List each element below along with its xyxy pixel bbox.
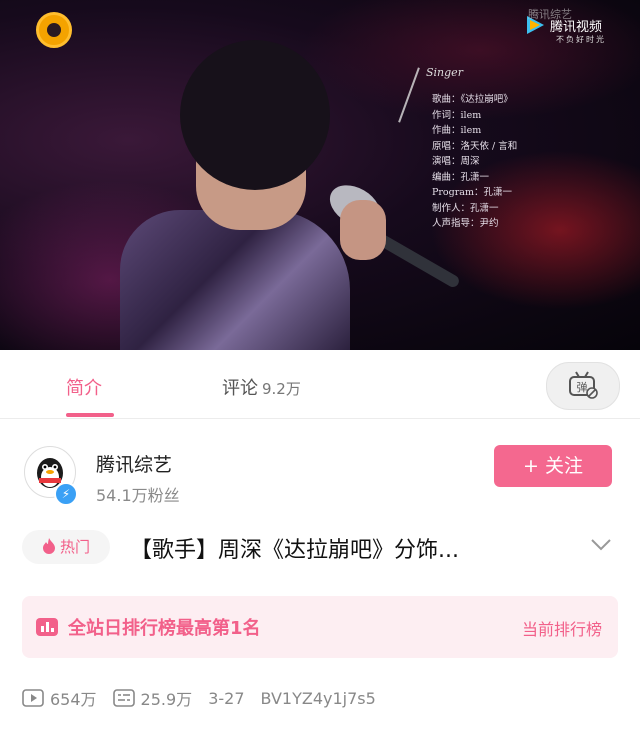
- publish-date: 3-27: [208, 688, 245, 708]
- uploader-name[interactable]: 腾讯综艺: [96, 450, 172, 477]
- video-stats: 654万 25.9万 3-27 BV1YZ4y1j7s5: [22, 686, 392, 710]
- singer-hand: [340, 200, 386, 260]
- bvid: BV1YZ4y1j7s5: [260, 688, 376, 708]
- play-count-value: 654万: [50, 690, 97, 709]
- danmaku-toggle-button[interactable]: 弹: [546, 362, 620, 410]
- danmaku-count-value: 25.9万: [140, 690, 193, 709]
- chevron-down-icon[interactable]: [590, 537, 612, 553]
- play-icon: [22, 689, 44, 707]
- play-count: 654万: [22, 686, 97, 710]
- hot-badge: 热门: [22, 530, 110, 564]
- danmaku-icon: [112, 689, 135, 707]
- ranking-banner[interactable]: 全站日排行榜最高第1名 当前排行榜: [22, 596, 618, 658]
- video-player[interactable]: 腾讯视频 不负好时光 腾讯综艺 Singer 歌曲：《达拉崩吧》 作词：ilem…: [0, 0, 640, 350]
- flame-icon: [42, 538, 55, 554]
- song-credits: 歌曲：《达拉崩吧》 作词：ilem 作曲：ilem 原唱：洛天依 / 言和 演唱…: [432, 92, 517, 232]
- follow-button[interactable]: + 关注: [494, 445, 612, 487]
- danmaku-count: 25.9万: [112, 686, 193, 710]
- hunan-tv-logo: [36, 12, 72, 48]
- danmaku-off-icon: 弹: [569, 371, 598, 399]
- overlay-watermark: 腾讯综艺: [528, 8, 572, 21]
- video-title: 【歌手】周深《达拉崩吧》分饰...: [130, 538, 459, 563]
- tab-intro[interactable]: 简介: [66, 374, 102, 400]
- ranking-chart-icon: [36, 618, 58, 636]
- uploader-fans: 54.1万粉丝: [96, 486, 180, 505]
- danmaku-glyph: 弹: [577, 380, 588, 394]
- tab-bar: 简介 评论 9.2万 弹: [0, 350, 640, 418]
- credit-line: 作词：ilem: [432, 109, 482, 121]
- comments-count: 9.2万: [262, 380, 301, 398]
- verified-badge-icon: ⚡: [54, 482, 78, 506]
- singer-hair: [180, 40, 330, 190]
- current-ranking-link[interactable]: 当前排行榜: [522, 616, 602, 640]
- credit-line: 作曲：ilem: [432, 125, 482, 136]
- singer-jacket: [120, 210, 350, 350]
- active-tab-indicator: [66, 413, 114, 417]
- credit-line: 演唱：周深: [432, 156, 480, 167]
- credit-line: 原唱：洛天依 / 言和: [432, 140, 518, 152]
- tab-comments[interactable]: 评论 9.2万: [222, 374, 301, 400]
- tab-comments-label: 评论: [222, 378, 258, 399]
- credit-line: 制作人：孔潇一: [432, 202, 499, 214]
- hot-badge-label: 热门: [59, 538, 90, 556]
- credit-line: 编曲：孔潇一: [432, 171, 490, 183]
- section-divider: [0, 418, 640, 419]
- credits-heading: Singer: [426, 66, 463, 79]
- credit-line: 歌曲：《达拉崩吧》: [432, 94, 513, 105]
- credit-line: Program：孔潇一: [432, 187, 512, 198]
- credit-line: 人声指导：尹约: [432, 218, 499, 229]
- tencent-slogan: 不负好时光: [556, 35, 606, 44]
- ranking-text: 全站日排行榜最高第1名: [68, 618, 261, 639]
